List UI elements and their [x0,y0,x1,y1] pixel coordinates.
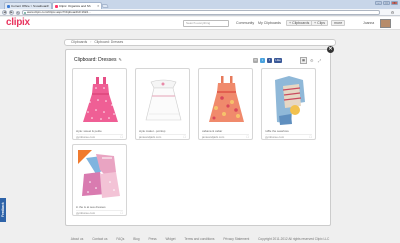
site-header: clipix Search everything Community My Cl… [0,17,400,30]
add-clipboard-button[interactable]: + Clipboards [286,20,313,26]
clip-caption: in the is at sea dresses [76,205,106,209]
user-name[interactable]: Joanna [363,21,374,25]
footer-link-contact[interactable]: Contact us [92,237,107,241]
clipboard-title: Clipboard: Dresses [74,57,117,63]
footer-copyright: Copyright 2011-2012 All rights reserved … [258,237,330,241]
clip-caption: style: sweet & petite [76,129,102,133]
footer-link-press[interactable]: Press [148,237,156,241]
page-icon [24,12,26,14]
avatar[interactable] [380,19,391,28]
expand-icon[interactable]: ⤢ [318,58,321,63]
clip-card[interactable]: cabana & cabar janieandjack.com ☐ [198,68,253,140]
footer-link-privacy[interactable]: Privacy Statement [223,237,249,241]
edit-icon[interactable]: ✎ [119,57,122,62]
feedback-tab[interactable]: Feedback [0,198,6,222]
add-clip-icon[interactable]: ☐ [120,135,123,139]
more-menu-button[interactable]: more [331,20,346,26]
footer-link-widget[interactable]: Widget [166,237,176,241]
clip-source[interactable]: gymboree.com [76,135,95,139]
facebook-like-icon[interactable]: Like [274,58,282,63]
add-clip-icon[interactable]: ☐ [183,135,186,139]
clipboard-panel: Clipboard: Dresses ✎ ✉ t f Like ▦ ⚙ ⤢ sty… [65,49,331,226]
email-share-icon[interactable]: ✉ [253,58,258,63]
clip-image-seashore-outfit[interactable] [265,72,314,127]
grid-view-icon[interactable]: ▦ [300,57,307,64]
clip-source[interactable]: gymboree.com [265,135,284,139]
page-title: Clipboard: Dresses ✎ [74,57,122,63]
clipix-logo[interactable]: clipix [6,17,30,28]
clip-image-white-dress[interactable] [139,72,188,127]
forward-icon[interactable]: ▶ [9,10,14,15]
add-clip-button[interactable]: + Clips [311,20,329,26]
close-window-icon[interactable]: ✕ [391,1,398,5]
clip-source[interactable]: janieandjack.com [202,135,224,139]
clip-caption: style maker...pointsp [139,129,166,133]
new-tab-button[interactable] [101,4,109,8]
clip-card[interactable]: ruffle the seashore gymboree.com ☐ [261,68,316,140]
footer: About us Contact us FAQs Blog Press Widg… [0,237,400,241]
footer-link-about[interactable]: About us [71,237,84,241]
close-panel-icon[interactable]: ✕ [327,46,334,53]
window-controls: – □ ✕ [375,1,398,5]
breadcrumb-root[interactable]: Clipboards [71,40,87,44]
url-text: www.clipix.com/Clipix.aspx?ClipboardId=1… [27,10,91,14]
clip-image-sea-dresses[interactable] [76,148,125,203]
minimize-icon[interactable]: – [375,1,382,5]
clip-image-floral-dress[interactable] [202,72,251,127]
add-clip-icon[interactable]: ☐ [120,211,123,215]
reload-icon[interactable]: ↻ [16,11,20,15]
address-bar-row: ◀ ▶ ↻ www.clipix.com/Clipix.aspx?Clipboa… [0,9,400,16]
maximize-icon[interactable]: □ [383,1,390,5]
footer-link-blog[interactable]: Blog [133,237,139,241]
search-input[interactable]: Search everything [183,20,229,27]
wrench-icon[interactable]: ⚙ [390,10,395,15]
clip-card[interactable]: style: sweet & petite gymboree.com ☐ [72,68,127,140]
clip-card[interactable]: style maker...pointsp janieandjack.com ☐ [135,68,190,140]
breadcrumb-current: Clipboard: Dresses [94,40,124,44]
nav-my-clipboards[interactable]: My Clipboards [258,21,281,25]
clip-card[interactable]: in the is at sea dresses gymboree.com ☐ [72,144,127,216]
tab-favicon-icon [54,4,58,8]
twitter-share-icon[interactable]: t [260,58,265,63]
browser-tab-clipix[interactable]: Clipix: Organize and Sh ✕ [52,2,102,9]
footer-link-terms[interactable]: Terms and conditions [184,237,214,241]
footer-link-faqs[interactable]: FAQs [116,237,124,241]
clip-image-pink-dress[interactable] [76,72,125,127]
browser-tab-current-office[interactable]: Current Office > Snowboard ✕ [4,2,52,9]
tab-label: Clipix: Organize and Sh [59,4,91,8]
clip-source[interactable]: gymboree.com [76,211,95,215]
clip-caption: ruffle the seashore [265,129,289,133]
settings-icon[interactable]: ⚙ [310,58,314,63]
browser-tab-bar: Current Office > Snowboard ✕ Clipix: Org… [0,0,400,9]
tab-label: Current Office > Snowboard [11,4,49,8]
nav-community[interactable]: Community [236,21,254,25]
add-clip-icon[interactable]: ☐ [246,135,249,139]
breadcrumb: Clipboards › Clipboard: Dresses [64,39,336,46]
tab-favicon-icon [6,4,10,8]
url-input[interactable]: www.clipix.com/Clipix.aspx?ClipboardId=1… [22,10,380,15]
clip-caption: cabana & cabar [202,129,223,133]
add-clip-icon[interactable]: ☐ [309,135,312,139]
facebook-share-icon[interactable]: f [267,58,272,63]
back-icon[interactable]: ◀ [2,10,7,15]
clip-source[interactable]: janieandjack.com [139,135,161,139]
